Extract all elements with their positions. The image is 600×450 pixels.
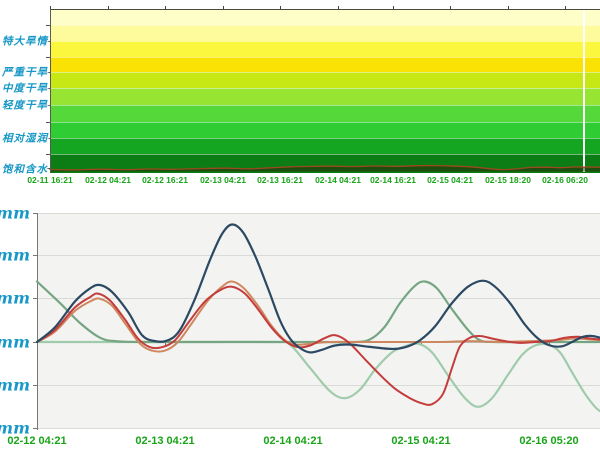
drought-band bbox=[50, 72, 600, 89]
line-plot-area[interactable] bbox=[37, 213, 600, 429]
drought-band bbox=[50, 138, 600, 155]
soil-drought-monitor-dashboard: 特大旱情严重干旱中度干旱轻度干旱相对湿润饱和含水 02-11 16:2102-1… bbox=[0, 0, 600, 450]
drought-band bbox=[50, 10, 600, 25]
drought-band bbox=[50, 41, 600, 58]
drought-band bbox=[50, 122, 600, 139]
drought-band bbox=[50, 25, 600, 42]
drought-band bbox=[50, 154, 600, 173]
drought-band bbox=[50, 105, 600, 123]
drought-band bbox=[50, 57, 600, 73]
drought-band bbox=[50, 88, 600, 106]
